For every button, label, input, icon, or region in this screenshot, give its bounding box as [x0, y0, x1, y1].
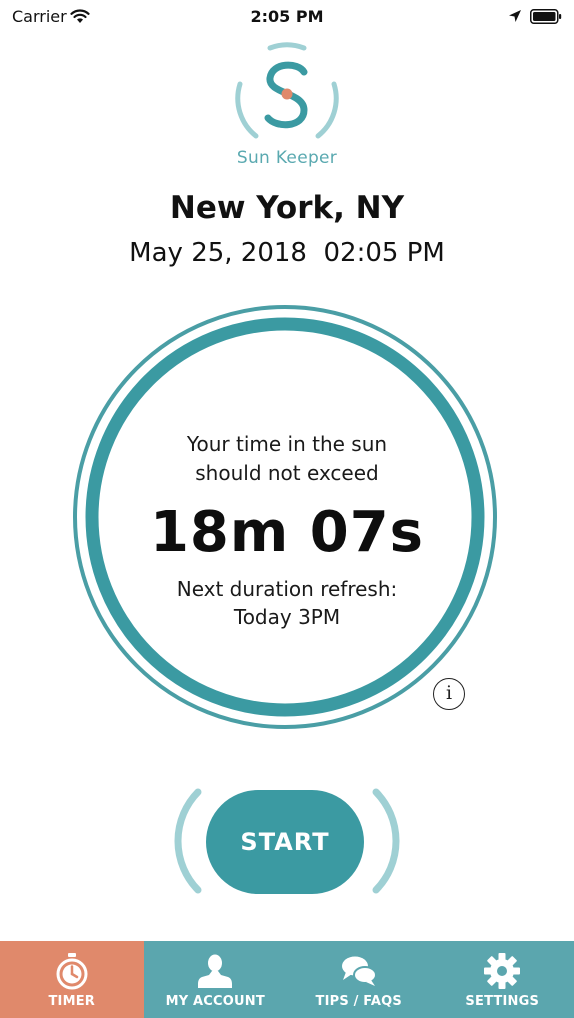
tab-label: TIPS / FAQS: [315, 994, 402, 1009]
brand-name: Sun Keeper: [236, 148, 338, 168]
tab-tips-faqs[interactable]: TIPS / FAQS: [287, 941, 431, 1018]
info-button[interactable]: i: [433, 678, 465, 710]
tab-label: SETTINGS: [465, 994, 540, 1009]
status-time: 2:05 PM: [250, 7, 324, 26]
tab-label: TIMER: [48, 994, 96, 1009]
tab-timer[interactable]: TIMER: [0, 941, 144, 1018]
chat-bubbles-icon: [341, 956, 377, 986]
tab-my-account[interactable]: MY ACCOUNT: [144, 941, 288, 1018]
battery-icon: [530, 9, 562, 24]
sun-duration: 18m 07s: [149, 500, 425, 565]
limit-caption-line2: should not exceed: [195, 461, 379, 485]
status-bar: Carrier 2:05 PM: [0, 0, 574, 36]
location-arrow-icon: [509, 10, 521, 22]
limit-caption-line1: Your time in the sun: [186, 432, 388, 456]
gear-icon: [484, 953, 521, 989]
start-button[interactable]: START: [206, 790, 364, 894]
location-city: New York, NY: [169, 190, 405, 226]
stopwatch-icon: [56, 953, 88, 990]
sun-keeper-logo: [235, 42, 339, 139]
tab-label: MY ACCOUNT: [165, 994, 265, 1009]
app-screen: Carrier 2:05 PM Sun Keeper New York, NY …: [0, 0, 574, 1018]
current-datetime: May 25, 2018 02:05 PM: [129, 238, 445, 268]
user-icon: [198, 954, 233, 988]
refresh-caption: Next duration refresh:: [176, 577, 398, 601]
tab-bar: TIMER MY ACCOUNT TIPS / FAQS SETTINGS: [0, 941, 574, 1018]
tab-settings[interactable]: SETTINGS: [431, 941, 574, 1018]
refresh-time: Today 3PM: [233, 605, 341, 629]
